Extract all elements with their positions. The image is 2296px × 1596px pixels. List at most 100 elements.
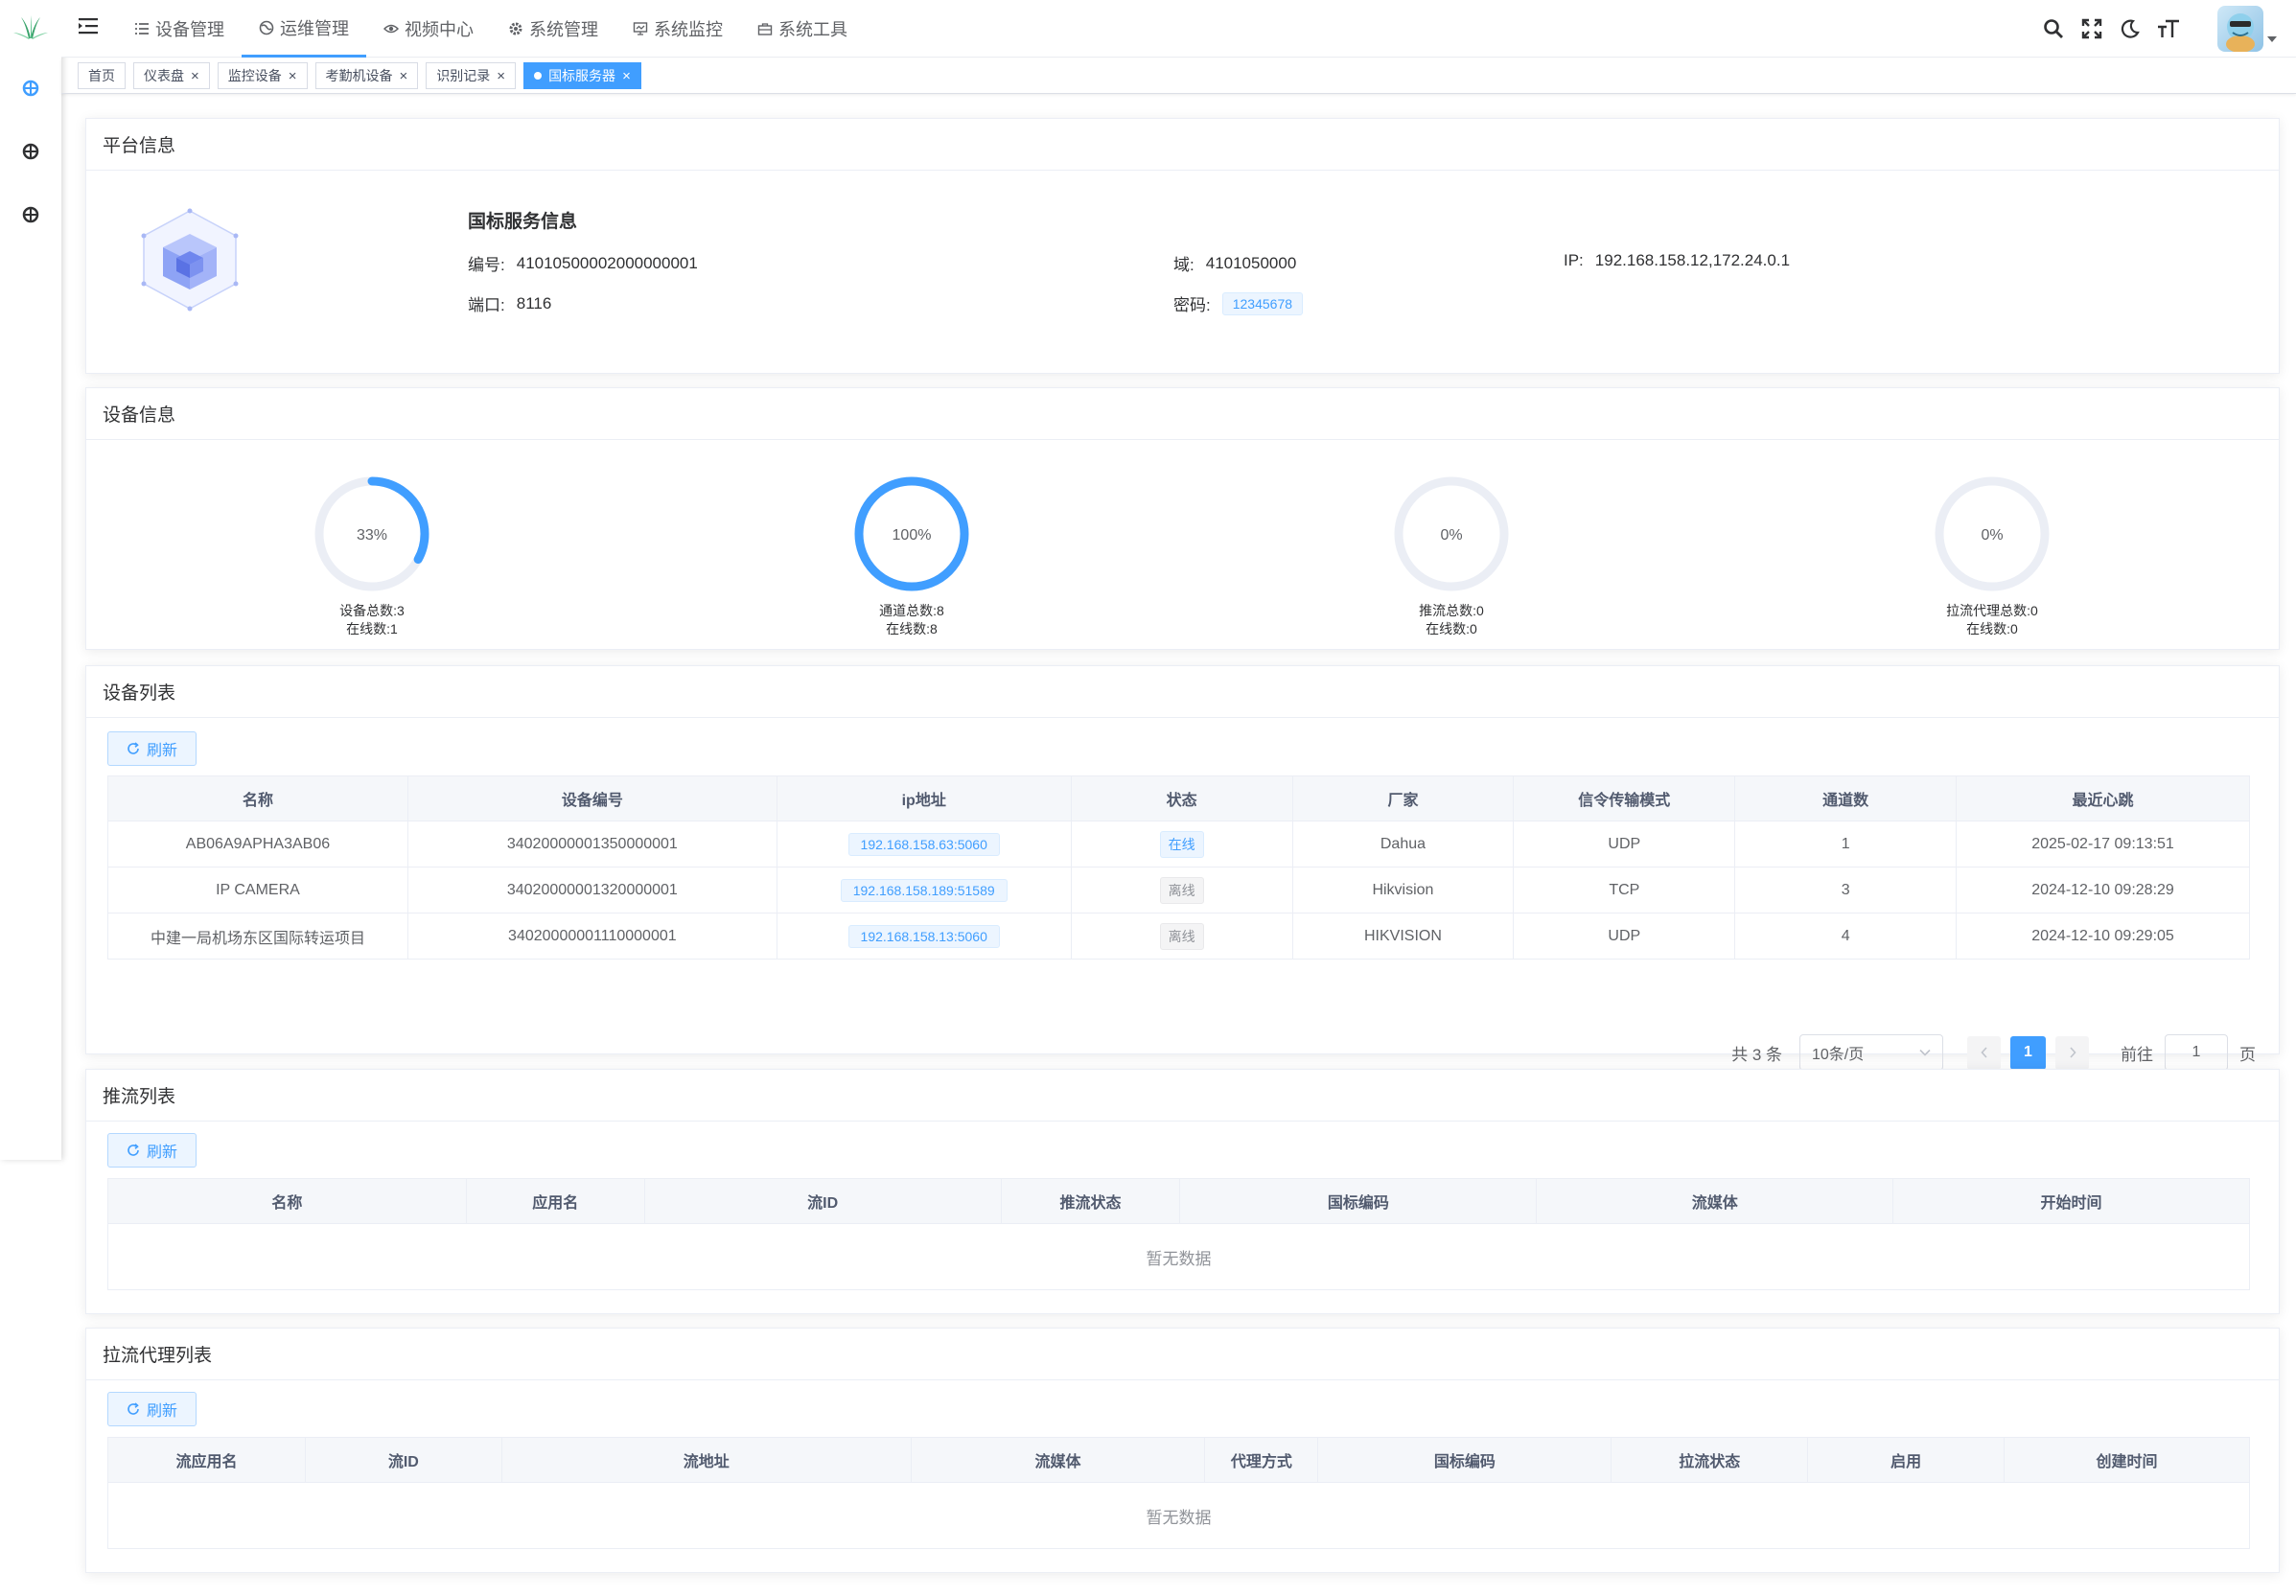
menu-item-system-tools[interactable]: 系统工具	[740, 0, 865, 58]
menu-item-label: 运维管理	[280, 18, 349, 38]
page-number-button[interactable]: 1	[2010, 1035, 2046, 1070]
tab-attendance-devices[interactable]: 考勤机设备 ×	[314, 62, 419, 89]
font-size-button[interactable]	[2156, 16, 2181, 41]
close-icon[interactable]: ×	[497, 68, 505, 84]
tab-gb-server[interactable]: 国标服务器 ×	[523, 62, 641, 89]
device-vendor-cell: Hikvision	[1291, 867, 1515, 914]
column-header[interactable]: 流ID	[304, 1437, 502, 1483]
device-code-cell: 34020000001110000001	[406, 913, 777, 960]
table-row[interactable]: IP CAMERA 34020000001320000001 192.168.1…	[107, 867, 2250, 914]
platform-domain-row: 域: 4101050000	[1173, 251, 1296, 275]
column-header[interactable]: 通道数	[1734, 775, 1958, 821]
column-header[interactable]: 国标编码	[1179, 1178, 1538, 1224]
column-header[interactable]: 信令传输模式	[1513, 775, 1736, 821]
platform-password-value: 12345678	[1221, 291, 1304, 315]
tab-label: 国标服务器	[548, 68, 616, 83]
empty-row: 暂无数据	[107, 1482, 2250, 1549]
column-header[interactable]: 名称	[107, 1178, 467, 1224]
section-title: 拉流代理列表	[86, 1329, 2279, 1380]
gauge-caption: 拉流代理总数:0 在线数:0	[1887, 602, 2098, 638]
menu-item-system-monitor[interactable]: 系统监控	[615, 0, 740, 58]
tab-monitor-devices[interactable]: 监控设备 ×	[217, 62, 308, 89]
server-cube-icon	[141, 208, 239, 312]
tab-label: 监控设备	[227, 68, 282, 83]
gear-icon	[509, 22, 522, 35]
column-header[interactable]: 流媒体	[910, 1437, 1206, 1483]
tab-home[interactable]: 首页	[78, 62, 126, 89]
tab-dashboard[interactable]: 仪表盘 ×	[133, 62, 210, 89]
sidebar-item-monitor-icon[interactable]	[21, 205, 40, 224]
device-info-card: 设备信息 33% 设备总数:3 在线数:1 100% 通道总数:8 在线数:8 0% 推流总数…	[85, 387, 2280, 650]
prev-page-button[interactable]	[1967, 1035, 2001, 1070]
sidebar-item-ops-icon[interactable]	[21, 79, 40, 98]
device-refresh-button[interactable]: 刷新	[107, 731, 197, 766]
device-transport-cell: UDP	[1513, 913, 1736, 960]
column-header[interactable]: 流地址	[500, 1437, 912, 1483]
tab-label: 首页	[88, 68, 115, 83]
table-row[interactable]: 中建一局机场东区国际转运项目 34020000001110000001 192.…	[107, 913, 2250, 960]
close-icon[interactable]: ×	[191, 68, 199, 84]
theme-toggle-button[interactable]	[2118, 16, 2143, 41]
column-header[interactable]: 厂家	[1291, 775, 1515, 821]
page-size-select[interactable]: 10条/页	[1799, 1034, 1943, 1071]
goto-page-input[interactable]: 1	[2165, 1034, 2228, 1071]
proxy-refresh-button[interactable]: 刷新	[107, 1392, 197, 1426]
column-header[interactable]: 流应用名	[107, 1437, 306, 1483]
device-ip-cell: 192.168.158.63:5060	[776, 821, 1072, 867]
platform-ip-label: IP:	[1564, 251, 1584, 269]
chevron-left-icon	[1980, 1047, 1987, 1058]
table-row[interactable]: AB06A9APHA3AB06 34020000001350000001 192…	[107, 821, 2250, 867]
user-avatar-icon	[2226, 13, 2255, 52]
column-header[interactable]: 名称	[107, 775, 408, 821]
column-header[interactable]: 拉流状态	[1611, 1437, 1809, 1483]
menu-item-ops-management[interactable]: 运维管理	[242, 0, 366, 58]
column-header[interactable]: 推流状态	[1000, 1178, 1181, 1224]
chevron-right-icon	[2069, 1047, 2076, 1058]
column-header[interactable]: 流ID	[643, 1178, 1002, 1224]
refresh-icon	[128, 1144, 139, 1156]
close-icon[interactable]: ×	[622, 68, 631, 84]
column-header[interactable]: 流媒体	[1536, 1178, 1894, 1224]
status-badge: 离线	[1159, 922, 1204, 950]
column-header[interactable]: 最近心跳	[1956, 775, 2250, 821]
column-header[interactable]: 创建时间	[2004, 1437, 2250, 1483]
pagination-total: 共 3 条	[1731, 1045, 1782, 1064]
device-code-cell: 34020000001350000001	[406, 821, 777, 867]
gauge-caption: 通道总数:8 在线数:8	[806, 602, 1017, 638]
column-header[interactable]: 开始时间	[1892, 1178, 2250, 1224]
avatar[interactable]	[2217, 6, 2263, 52]
column-header[interactable]: ip地址	[776, 775, 1072, 821]
next-page-button[interactable]	[2055, 1035, 2089, 1070]
eye-icon	[383, 24, 399, 34]
platform-port-value: 8116	[516, 293, 552, 312]
progress-gauge: 0% 推流总数:0 在线数:0	[1346, 472, 1557, 638]
active-dot-icon	[534, 72, 543, 80]
column-header[interactable]: 应用名	[465, 1178, 645, 1224]
device-vendor-cell: HIKVISION	[1291, 913, 1515, 960]
device-name-cell: 中建一局机场东区国际转运项目	[107, 913, 408, 960]
platform-port-label: 端口:	[468, 296, 505, 314]
search-button[interactable]	[2041, 16, 2066, 41]
gauge-total: 拉流代理总数:0	[1946, 603, 2038, 618]
ip-tag: 192.168.158.13:5060	[847, 924, 1000, 948]
close-icon[interactable]: ×	[289, 68, 297, 84]
column-header[interactable]: 状态	[1070, 775, 1293, 821]
globe-icon	[259, 20, 274, 35]
menu-item-video-center[interactable]: 视频中心	[366, 0, 491, 58]
menu-item-system-management[interactable]: 系统管理	[491, 0, 615, 58]
logo-icon[interactable]	[12, 13, 50, 42]
column-header[interactable]: 代理方式	[1204, 1437, 1319, 1483]
hamburger-icon[interactable]	[79, 17, 98, 35]
sidebar-item-dashboard-icon[interactable]	[21, 142, 40, 161]
chevron-down-icon[interactable]	[2267, 36, 2277, 42]
fullscreen-button[interactable]	[2079, 16, 2104, 41]
push-refresh-button[interactable]: 刷新	[107, 1133, 197, 1168]
tab-recognition-records[interactable]: 识别记录 ×	[426, 62, 517, 89]
menu-item-device-management[interactable]: 设备管理	[117, 0, 242, 58]
close-icon[interactable]: ×	[400, 68, 408, 84]
column-header[interactable]: 设备编号	[406, 775, 777, 821]
column-header[interactable]: 国标编码	[1317, 1437, 1612, 1483]
platform-id-row: 编号: 41010500002000000001	[468, 251, 698, 275]
tags-view: 首页 仪表盘 × 监控设备 × 考勤机设备 × 识别记录 × 国标服务器 ×	[61, 58, 2296, 94]
column-header[interactable]: 启用	[1807, 1437, 2006, 1483]
